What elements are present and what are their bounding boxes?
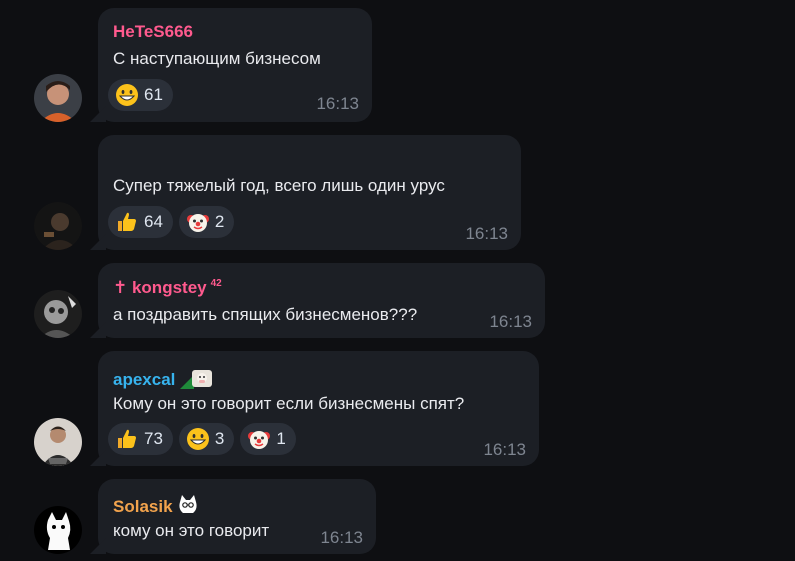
message-text: а поздравить спящих бизнесменов??? [113, 305, 418, 324]
message-text: кому он это говорит [113, 521, 270, 540]
message-time: 16:13 [316, 94, 359, 113]
message-time: 16:13 [489, 312, 532, 331]
grinning-face-icon [116, 84, 138, 106]
message-bubble[interactable]: apexcal Кому он это говорит если бизнесм… [98, 351, 539, 466]
sender-name[interactable]: HeTeS666 [113, 22, 193, 42]
reaction-count: 1 [276, 429, 286, 448]
reactions-bar: 61 [108, 79, 173, 111]
reaction-chip[interactable]: 73 [108, 423, 173, 455]
reaction-chip[interactable]: 61 [108, 79, 173, 111]
message-time: 16:13 [483, 440, 526, 459]
reaction-count: 2 [214, 212, 225, 231]
message-bubble[interactable]: ✝ kongstey 42 а поздравить спящих бизнесм… [98, 263, 545, 338]
avatar[interactable] [34, 74, 82, 122]
message-text: Кому он это говорит если бизнесмены спят… [113, 394, 465, 413]
clown-face-icon [186, 214, 209, 232]
sender-name-text: apexcal [113, 370, 176, 389]
message-bubble[interactable]: Супер тяжелый год, всего лишь один урус … [98, 135, 521, 250]
chat-view: HeTeS666 С наступающим бизнесом 61 16:13… [0, 0, 795, 561]
reaction-count: 73 [144, 429, 163, 448]
sender-name[interactable]: apexcal [113, 367, 214, 390]
message-text: Супер тяжелый год, всего лишь один урус [113, 176, 445, 195]
reaction-count: 61 [144, 85, 163, 104]
avatar[interactable] [34, 418, 82, 466]
reaction-chip[interactable]: 1 [240, 423, 296, 455]
reaction-count: 64 [144, 212, 163, 231]
clown-face-icon [248, 431, 271, 449]
reaction-chip[interactable]: 2 [178, 206, 235, 238]
cat-custom-emoji-icon [179, 495, 197, 513]
avatar[interactable] [34, 290, 82, 338]
message-time: 16:13 [320, 528, 363, 547]
reaction-chip[interactable]: 3 [178, 423, 235, 455]
cow-custom-emoji-icon [180, 370, 213, 389]
grinning-face-icon [186, 428, 209, 450]
reaction-chip[interactable]: 64 [108, 206, 173, 238]
sender-badge: 42 [210, 278, 222, 290]
thumbs-up-icon [118, 212, 136, 231]
message-bubble[interactable]: Solasik кому он это говорит 16:13 [98, 479, 376, 554]
reactions-bar: 64 2 [108, 206, 235, 238]
avatar[interactable] [34, 506, 82, 554]
sender-name[interactable]: ✝ kongstey 42 [113, 278, 222, 298]
sender-name-text: Solasik [113, 497, 173, 516]
thumbs-up-icon [118, 429, 136, 448]
message-time: 16:13 [465, 224, 508, 243]
message-text: С наступающим бизнесом [113, 49, 321, 68]
reactions-bar: 73 3 1 [108, 423, 296, 455]
avatar[interactable] [34, 202, 82, 250]
reaction-count: 3 [214, 429, 225, 448]
message-bubble[interactable]: HeTeS666 С наступающим бизнесом 61 16:13 [98, 8, 372, 122]
sender-name-text: ✝ kongstey [113, 278, 207, 297]
sender-name[interactable]: Solasik [113, 494, 199, 517]
